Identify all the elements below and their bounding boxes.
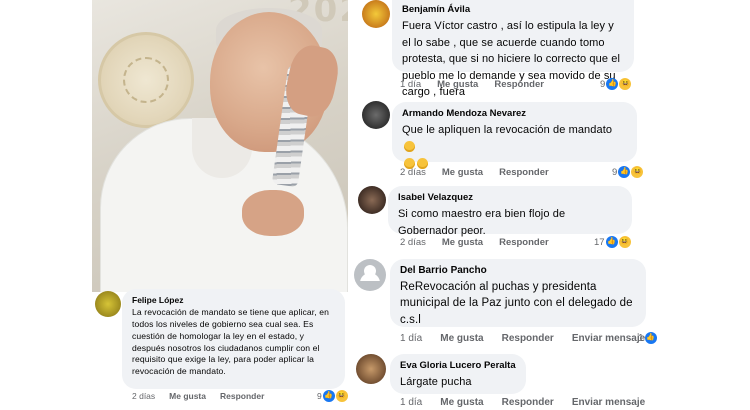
like-button[interactable]: Me gusta <box>440 333 483 344</box>
haha-reaction-icon: 😆 <box>631 166 644 178</box>
comment-bubble: Benjamín Ávila Fuera Víctor castro , así… <box>392 0 634 98</box>
timestamp[interactable]: 2 días <box>132 391 155 401</box>
author-name[interactable]: Benjamín Ávila <box>402 4 624 15</box>
like-reaction-icon: 👍 <box>322 390 335 402</box>
like-button[interactable]: Me gusta <box>442 237 483 248</box>
second-hand <box>242 190 304 236</box>
comment-actions: 2 días Me gusta Responder <box>400 167 549 178</box>
like-reaction-icon: 👍 <box>644 332 657 344</box>
reply-button[interactable]: Responder <box>499 167 549 178</box>
haha-reaction-icon: 😆 <box>619 78 632 90</box>
author-name[interactable]: Felipe López <box>132 295 335 305</box>
comment-bubble: Eva Gloria Lucero Peralta Lárgate pucha <box>390 354 526 394</box>
reaction-count: 9 <box>317 391 322 401</box>
reaction-count: 17 <box>594 236 605 248</box>
send-message-button[interactable]: Enviar mensaje <box>572 397 645 408</box>
timestamp[interactable]: 2 días <box>400 167 426 178</box>
comment-text-content: Que le apliquen la revocación de mandato <box>402 124 613 136</box>
reaction-summary[interactable]: 9 👍 😆 <box>612 166 644 178</box>
like-button[interactable]: Me gusta <box>437 79 478 90</box>
comment-text: La revocación de mandato se tiene que ap… <box>132 307 329 377</box>
author-name[interactable]: Armando Mendoza Nevarez <box>402 108 627 119</box>
timestamp[interactable]: 1 día <box>400 79 421 90</box>
timestamp[interactable]: 1 día <box>400 333 422 344</box>
reaction-count: 1 <box>638 332 644 344</box>
comment-text: ReRevocación al puchas y presidenta muni… <box>400 281 633 326</box>
comment-text: Que le apliquen la revocación de mandato <box>402 122 627 172</box>
comment-text: Si como maestro era bien flojo de Gobern… <box>398 208 566 237</box>
avatar[interactable] <box>362 0 390 28</box>
avatar[interactable] <box>95 291 121 317</box>
comment-bubble: Del Barrio Pancho ReRevocación al puchas… <box>390 259 646 327</box>
haha-reaction-icon: 😆 <box>618 236 631 248</box>
reaction-summary[interactable]: 9 👍 😆 <box>600 78 632 90</box>
national-seal-emblem <box>98 32 194 128</box>
news-photo: 2022 <box>92 0 348 292</box>
avatar[interactable] <box>362 101 390 129</box>
avatar[interactable] <box>356 354 386 384</box>
like-reaction-icon: 👍 <box>605 236 618 248</box>
author-name[interactable]: Del Barrio Pancho <box>400 265 636 276</box>
author-name[interactable]: Eva Gloria Lucero Peralta <box>400 360 516 371</box>
reply-button[interactable]: Responder <box>499 237 549 248</box>
comment-bubble: Felipe López La revocación de mandato se… <box>122 289 345 389</box>
laughing-emoji-icon <box>404 141 415 153</box>
comment-actions: 1 día Me gusta Responder Enviar mensaje <box>400 333 645 344</box>
comment-actions: 1 día Me gusta Responder <box>400 79 544 90</box>
reply-button[interactable]: Responder <box>502 397 554 408</box>
reply-button[interactable]: Responder <box>494 79 544 90</box>
reaction-summary[interactable]: 1 👍 <box>638 332 657 344</box>
default-avatar[interactable] <box>354 259 386 291</box>
comment-bubble: Isabel Velazquez Si como maestro era bie… <box>388 186 632 237</box>
like-reaction-icon: 👍 <box>606 78 619 90</box>
comment-text: Lárgate pucha <box>400 376 472 388</box>
timestamp[interactable]: 2 días <box>400 237 426 248</box>
comment-actions: 1 día Me gusta Responder Enviar mensaje <box>400 397 645 408</box>
author-name[interactable]: Isabel Velazquez <box>398 192 622 203</box>
timestamp[interactable]: 1 día <box>400 397 422 408</box>
comment-bubble: Armando Mendoza Nevarez Que le apliquen … <box>392 102 637 169</box>
send-message-button[interactable]: Enviar mensaje <box>572 333 645 344</box>
avatar[interactable] <box>358 186 386 214</box>
haha-reaction-icon: 😆 <box>335 390 348 402</box>
like-button[interactable]: Me gusta <box>169 391 206 401</box>
reaction-summary[interactable]: 9 👍 😆 <box>317 390 348 402</box>
reaction-count: 9 <box>600 78 606 90</box>
reply-button[interactable]: Responder <box>502 333 554 344</box>
like-reaction-icon: 👍 <box>618 166 631 178</box>
reaction-count: 9 <box>612 166 618 178</box>
reply-button[interactable]: Responder <box>220 391 264 401</box>
like-button[interactable]: Me gusta <box>440 397 483 408</box>
comment-actions: 2 días Me gusta Responder <box>132 391 264 401</box>
comment-actions: 2 días Me gusta Responder <box>400 237 549 248</box>
reaction-summary[interactable]: 17 👍 😆 <box>594 236 631 248</box>
like-button[interactable]: Me gusta <box>442 167 483 178</box>
